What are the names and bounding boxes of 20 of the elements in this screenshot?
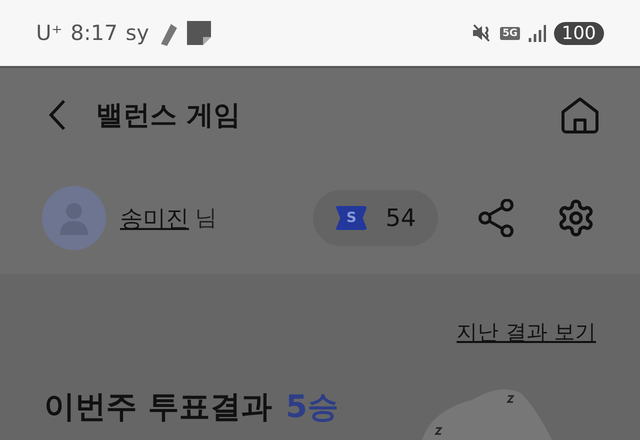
ticket-counter[interactable]: S 54 xyxy=(313,190,438,246)
weekly-result-title: 이번주 투표결과 xyxy=(44,388,272,427)
clock-time: 8:17 xyxy=(70,21,118,45)
notification-label: sy xyxy=(126,21,150,45)
page-title: 밸런스 게임 xyxy=(96,99,242,133)
battery-level: 100 xyxy=(554,22,604,44)
share-button[interactable] xyxy=(478,199,514,237)
signal-icon xyxy=(528,24,546,42)
wins-count: 5승 xyxy=(286,388,338,427)
network-label: 5G xyxy=(500,26,520,40)
honorific-label: 님 xyxy=(195,205,217,233)
mute-icon xyxy=(472,23,492,43)
note-icon xyxy=(187,21,212,45)
ticket-icon: S xyxy=(335,206,368,230)
past-results-link[interactable]: 지난 결과 보기 xyxy=(456,318,596,346)
user-name-link[interactable]: 송미진 xyxy=(120,202,189,234)
carrier-label: U⁺ xyxy=(36,21,62,45)
back-button[interactable] xyxy=(48,99,66,131)
home-button[interactable] xyxy=(560,96,600,134)
ticket-count: 54 xyxy=(385,204,416,232)
